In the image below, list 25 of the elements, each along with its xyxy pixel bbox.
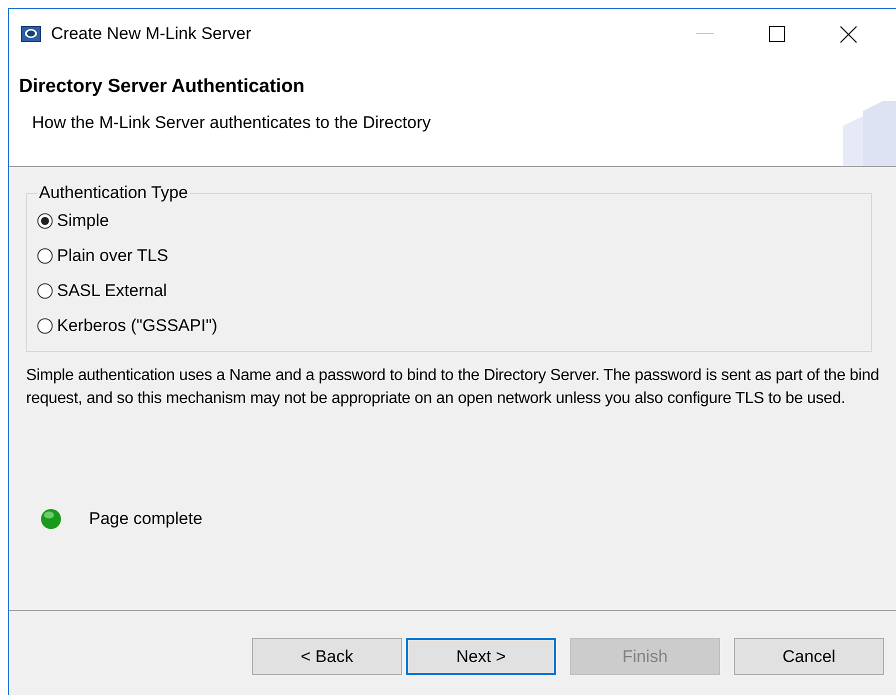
radio-option[interactable]: Plain over TLS — [37, 238, 861, 273]
description-text: Simple authentication uses a Name and a password to bind to the Directory Server. The password is sent as part of the bind request, and so this mechanism may not be appropriate on an open network unless you also configure TLS to be used. — [26, 366, 880, 409]
status-text: Page complete — [89, 509, 202, 529]
option-label: SASL External — [57, 280, 167, 300]
page-title: Directory Server Authentication — [19, 76, 306, 98]
app-icon — [21, 26, 41, 42]
close-icon[interactable] — [840, 26, 857, 42]
radio-option[interactable]: SASL External — [37, 273, 861, 308]
option-label: Simple — [57, 210, 109, 230]
radio-button[interactable] — [37, 282, 53, 298]
group-label: Authentication Type — [38, 183, 190, 203]
radio-button[interactable] — [37, 212, 53, 228]
radio-option[interactable]: Simple — [37, 203, 861, 238]
window-title: Create New M-Link Server — [51, 24, 252, 44]
maximize-icon[interactable] — [769, 26, 785, 42]
radio-button[interactable] — [37, 248, 53, 264]
option-label: Kerberos ("GSSAPI") — [57, 316, 218, 336]
dialog-button[interactable]: Next > — [406, 638, 556, 675]
radio-option[interactable]: Kerberos ("GSSAPI") — [37, 308, 861, 343]
dialog-button[interactable]: Cancel — [734, 638, 884, 675]
status-dot — [40, 508, 62, 530]
radio-button[interactable] — [37, 318, 53, 334]
option-label: Plain over TLS — [57, 246, 168, 266]
dialog-button[interactable]: < Back — [252, 638, 402, 675]
page-subtitle: How the M-Link Server authenticates to the Directory — [32, 113, 432, 133]
